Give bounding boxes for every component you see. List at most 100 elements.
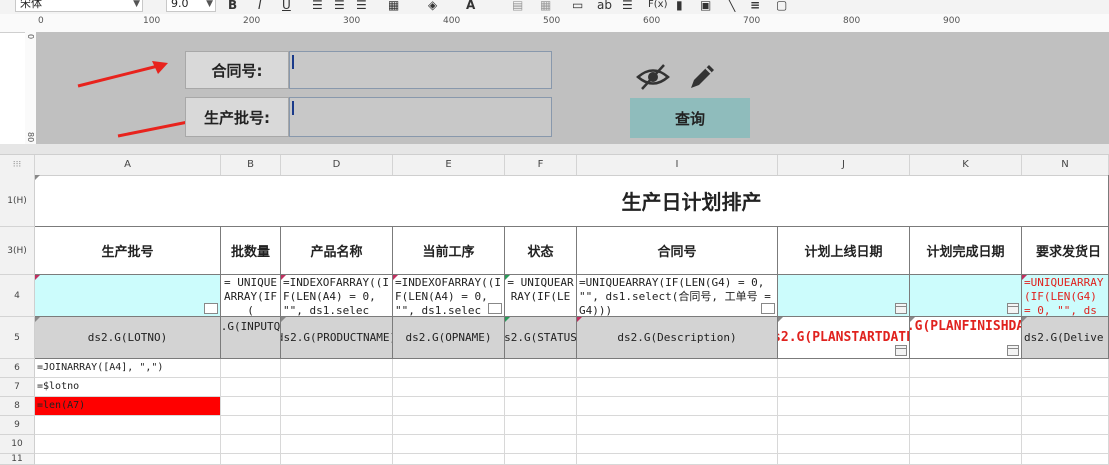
column-header[interactable]: I xyxy=(577,155,778,175)
row-header[interactable]: 9 xyxy=(0,416,35,435)
calendar-icon[interactable] xyxy=(895,345,907,356)
row-header[interactable]: 10 xyxy=(0,435,35,454)
font-color-icon[interactable]: A xyxy=(466,0,475,12)
formula-cell[interactable]: = UNIQUEARRAY(IF( xyxy=(221,275,281,317)
date-input-cell[interactable] xyxy=(778,275,910,317)
underline-button[interactable]: U xyxy=(282,0,291,12)
image-icon[interactable]: ▣ xyxy=(700,0,711,12)
fill-color-icon[interactable]: ◈ xyxy=(428,0,437,12)
column-header[interactable]: F xyxy=(505,155,577,175)
dropdown-widget-icon[interactable] xyxy=(761,303,775,314)
font-name-select[interactable]: 宋体 ▼ xyxy=(15,0,143,12)
formula-cell-highlighted[interactable]: =len(A7) xyxy=(35,397,221,416)
bold-button[interactable]: B xyxy=(228,0,237,12)
data-field-cell[interactable]: ds2.G(INPUTQTY) xyxy=(221,317,281,359)
row-header[interactable]: 11 xyxy=(0,454,35,465)
empty-column-block[interactable] xyxy=(393,359,505,465)
slash-icon[interactable]: ╲ xyxy=(728,0,735,12)
column-header[interactable]: E xyxy=(393,155,505,175)
column-header[interactable]: B xyxy=(221,155,281,175)
panel-splitter[interactable] xyxy=(0,144,1109,155)
header-cell-plan-finish[interactable]: 计划完成日期 xyxy=(910,227,1022,275)
header-cell-delivery[interactable]: 要求发货日 xyxy=(1022,227,1109,275)
calendar-icon[interactable] xyxy=(1007,303,1019,314)
calendar-icon[interactable] xyxy=(1007,345,1019,356)
data-field-cell[interactable]: ds2.G(PLANFINISHDATE) xyxy=(910,317,1022,359)
row-header[interactable]: 7 xyxy=(0,378,35,397)
row-header[interactable]: 1(H) xyxy=(0,175,35,227)
empty-column-block[interactable] xyxy=(778,359,910,465)
date-input-cell[interactable] xyxy=(910,275,1022,317)
data-field-cell[interactable]: ds2.G(PRODUCTNAME) xyxy=(281,317,393,359)
header-cell-status[interactable]: 状态 xyxy=(505,227,577,275)
align-left-icon[interactable]: ☰ xyxy=(312,0,323,12)
empty-column-block[interactable] xyxy=(577,359,778,465)
empty-column-block[interactable] xyxy=(1022,359,1109,465)
edit-pencil-icon[interactable] xyxy=(686,61,718,93)
formula-cell[interactable]: = UNIQUEARRAY(IF(LE xyxy=(505,275,577,317)
calendar-icon[interactable] xyxy=(895,303,907,314)
report-title[interactable]: 生产日计划排产 xyxy=(35,175,1109,227)
formula-cell[interactable]: =INDEXOFARRAY((IF(LEN(A4) = 0, "", ds1.s… xyxy=(393,275,505,317)
align-right-icon[interactable]: ☰ xyxy=(356,0,367,12)
column-header[interactable]: K xyxy=(910,155,1022,175)
italic-button[interactable]: I xyxy=(258,0,262,12)
header-cell-batch[interactable]: 生产批号 xyxy=(35,227,221,275)
data-field-cell[interactable]: ds2.G(PLANSTARTDATE) xyxy=(778,317,910,359)
formula-cell[interactable]: =$lotno xyxy=(35,378,221,397)
row-header[interactable]: 3(H) xyxy=(0,227,35,275)
grid-icon[interactable]: ▦ xyxy=(540,0,551,12)
formula-cell[interactable]: =UNIQUEARRAY(IF(LEN(G4) = 0, "", ds1.sel… xyxy=(1022,275,1109,317)
merge-cells-icon[interactable]: ▤ xyxy=(512,0,523,12)
data-field-cell[interactable]: ds2.G(STATUS) xyxy=(505,317,577,359)
row-header[interactable]: 8 xyxy=(0,397,35,416)
data-field-cell[interactable]: ds2.G(Description) xyxy=(577,317,778,359)
formula-cell[interactable]: =JOINARRAY([A4], ",") xyxy=(35,359,221,378)
font-size-select[interactable]: 9.0 ▼ xyxy=(166,0,216,12)
data-field-cell[interactable]: ds2.G(OPNAME) xyxy=(393,317,505,359)
column-header[interactable]: A xyxy=(35,155,221,175)
dropdown-icon[interactable]: ≡ xyxy=(750,0,760,12)
border-icon[interactable]: ▦ xyxy=(388,0,399,12)
empty-column-block[interactable] xyxy=(910,359,1022,465)
header-cell-qty[interactable]: 批数量 xyxy=(221,227,281,275)
contract-number-input[interactable] xyxy=(289,51,552,89)
column-header[interactable]: J xyxy=(778,155,910,175)
formula-cell[interactable] xyxy=(35,275,221,317)
dropdown-widget-icon[interactable] xyxy=(204,303,218,314)
align-center-icon[interactable]: ☰ xyxy=(334,0,345,12)
formula-button[interactable]: F(x) xyxy=(648,0,667,12)
cell-border-icon[interactable]: ▢ xyxy=(776,0,787,12)
formula-cell[interactable]: =INDEXOFARRAY((IF(LEN(A4) = 0, "", ds1.s… xyxy=(281,275,393,317)
empty-column-block[interactable] xyxy=(281,359,393,465)
query-button[interactable]: 查询 xyxy=(630,98,750,138)
text-button[interactable]: ab xyxy=(597,0,612,12)
empty-column-block[interactable] xyxy=(221,359,281,465)
header-cell-contract[interactable]: 合同号 xyxy=(577,227,778,275)
header-cell-product[interactable]: 产品名称 xyxy=(281,227,393,275)
formula-cell[interactable]: =UNIQUEARRAY(IF(LEN(G4) = 0, "", ds1.sel… xyxy=(577,275,778,317)
empty-cell[interactable] xyxy=(35,435,221,454)
data-field-text: ds2.G(STATUS) xyxy=(505,331,577,344)
insert-row-icon[interactable]: ▭ xyxy=(572,0,583,12)
empty-column-block[interactable] xyxy=(505,359,577,465)
column-header[interactable]: D xyxy=(281,155,393,175)
ruler-label: 400 xyxy=(443,16,461,26)
empty-cell[interactable] xyxy=(35,416,221,435)
header-cell-plan-start[interactable]: 计划上线日期 xyxy=(778,227,910,275)
eye-hidden-icon[interactable] xyxy=(636,62,670,92)
select-all-corner[interactable]: ⁝⁝⁝ xyxy=(0,155,35,175)
empty-cell[interactable] xyxy=(35,454,221,465)
row-header[interactable]: 5 xyxy=(0,317,35,359)
chart-icon[interactable]: ▮ xyxy=(676,0,683,12)
row-header[interactable]: 6 xyxy=(0,359,35,378)
batch-number-input[interactable] xyxy=(289,97,552,137)
data-field-cell[interactable]: ds2.G(Delive xyxy=(1022,317,1109,359)
paragraph-icon[interactable]: ☰ xyxy=(622,0,633,12)
column-header[interactable]: N xyxy=(1022,155,1109,175)
dropdown-widget-icon[interactable] xyxy=(488,303,502,314)
data-field-cell[interactable]: ds2.G(LOTNO) xyxy=(35,317,221,359)
header-cell-process[interactable]: 当前工序 xyxy=(393,227,505,275)
row-header[interactable]: 4 xyxy=(0,275,35,317)
ruler-label: 0 xyxy=(26,34,35,40)
